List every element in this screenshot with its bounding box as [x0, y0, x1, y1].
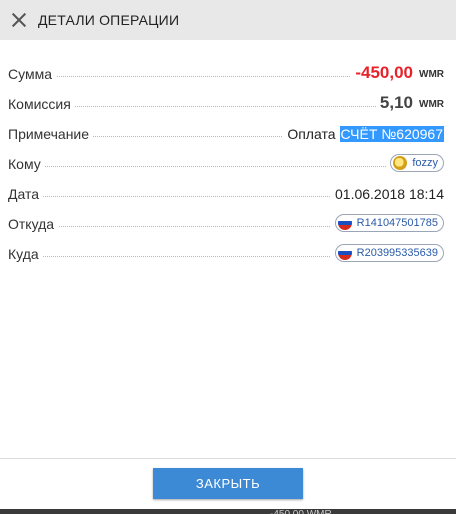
- dialog-header: ДЕТАЛИ ОПЕРАЦИИ: [0, 0, 456, 40]
- dotted-leader: [8, 166, 444, 167]
- to-whom-label: Кому: [8, 156, 45, 172]
- row-fee: Комиссия 5,10 WMR: [8, 82, 444, 112]
- row-amount: Сумма -450,00 WMR: [8, 52, 444, 82]
- source-purse-number: R141047501785: [356, 217, 438, 229]
- dialog-footer: ЗАКРЫТЬ: [0, 458, 456, 509]
- note-value-prefix: Оплата: [287, 126, 336, 142]
- row-to-whom: Кому fozzy: [8, 142, 444, 172]
- note-label: Примечание: [8, 126, 94, 142]
- from-value-group: R141047501785: [330, 214, 444, 232]
- amount-value: -450,00: [355, 63, 413, 82]
- fee-label: Комиссия: [8, 96, 75, 112]
- date-value-group: 01.06.2018 18:14: [331, 186, 444, 202]
- date-label: Дата: [8, 186, 44, 202]
- dialog-title: ДЕТАЛИ ОПЕРАЦИИ: [38, 12, 180, 28]
- fee-value: 5,10: [379, 93, 413, 112]
- webmoney-coin-icon: [393, 156, 408, 170]
- to-label: Куда: [8, 246, 43, 262]
- fee-unit: WMR: [419, 99, 444, 110]
- operation-details-dialog: ДЕТАЛИ ОПЕРАЦИИ Сумма -450,00 WMR Комисс…: [0, 0, 456, 509]
- note-value-group: Оплата СЧЁТ №620967: [283, 126, 444, 142]
- amount-unit: WMR: [419, 69, 444, 80]
- row-note: Примечание Оплата СЧЁТ №620967: [8, 112, 444, 142]
- details-list: Сумма -450,00 WMR Комиссия 5,10 WMR Прим…: [0, 40, 456, 262]
- to-whom-value-group: fozzy: [386, 154, 444, 172]
- recipient-wmid-pill[interactable]: fozzy: [390, 154, 444, 172]
- to-value-group: R203995335639: [330, 244, 444, 262]
- russia-flag-icon: [337, 216, 352, 230]
- close-icon[interactable]: [10, 11, 28, 29]
- source-purse-pill[interactable]: R141047501785: [334, 214, 444, 232]
- fee-value-group: 5,10 WMR: [375, 93, 444, 112]
- destination-purse-pill[interactable]: R203995335639: [334, 244, 444, 262]
- close-button[interactable]: ЗАКРЫТЬ: [153, 468, 303, 499]
- amount-value-group: -450,00 WMR: [351, 64, 444, 82]
- background-amount-peek: -450,00 WMR: [270, 509, 390, 514]
- recipient-nickname: fozzy: [412, 157, 438, 169]
- date-value: 01.06.2018 18:14: [335, 186, 444, 202]
- row-from: Откуда R141047501785: [8, 202, 444, 232]
- row-to: Куда R203995335639: [8, 232, 444, 262]
- russia-flag-icon: [337, 246, 352, 260]
- destination-purse-number: R203995335639: [356, 247, 438, 259]
- row-date: Дата 01.06.2018 18:14: [8, 172, 444, 202]
- amount-label: Сумма: [8, 66, 56, 82]
- note-value-selected[interactable]: СЧЁТ №620967: [339, 126, 444, 142]
- from-label: Откуда: [8, 216, 59, 232]
